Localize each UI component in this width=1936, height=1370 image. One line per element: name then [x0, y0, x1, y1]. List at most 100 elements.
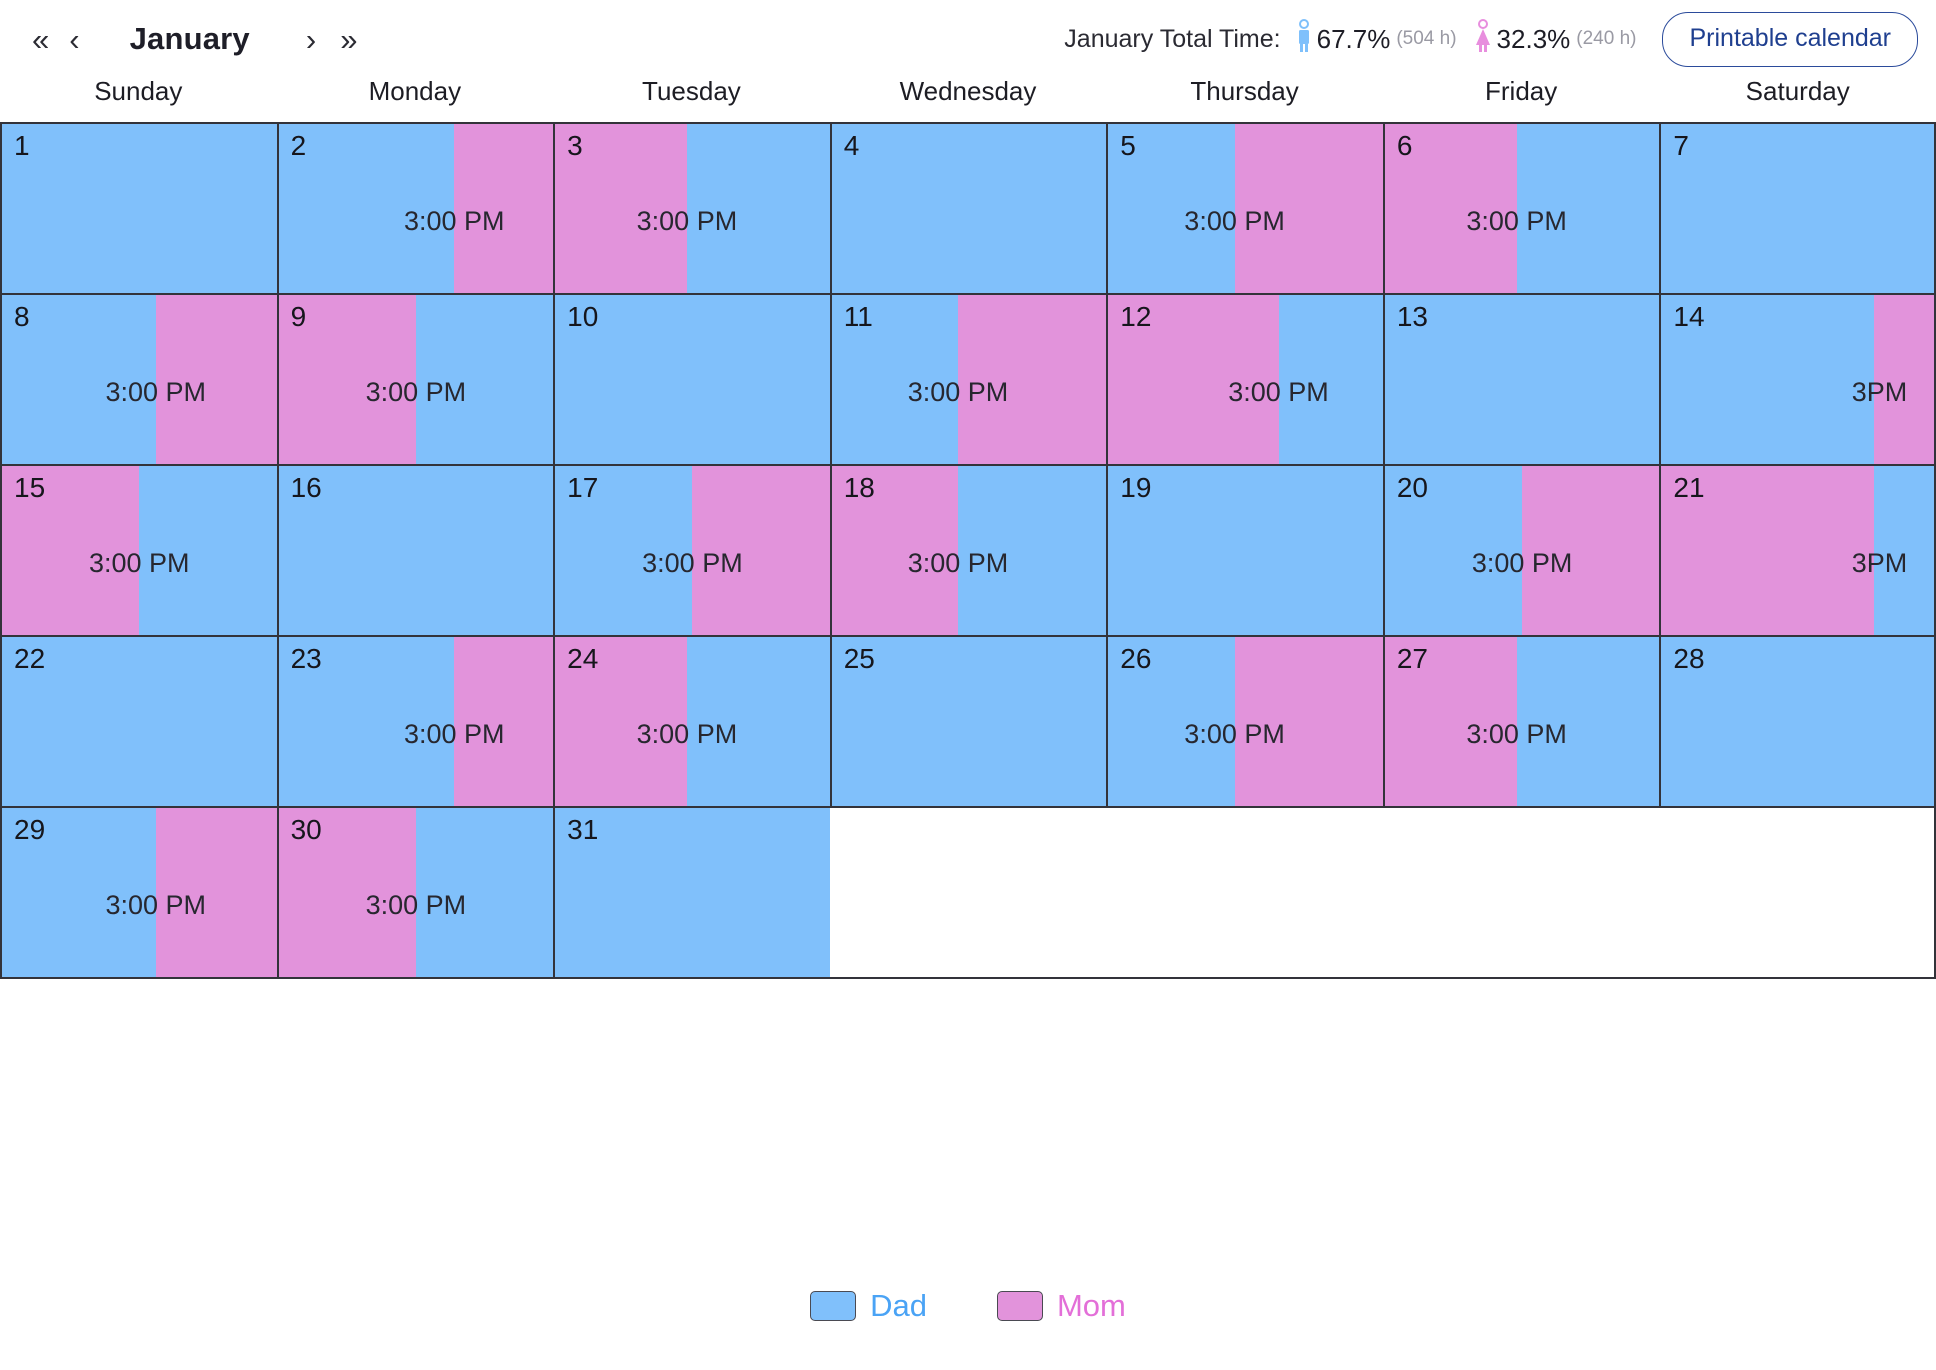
- handoff-time-label: 3:00 PM: [1184, 719, 1285, 749]
- handoff-time-label: 3:00 PM: [907, 377, 1009, 407]
- legend-label: Dad: [870, 1288, 927, 1323]
- calendar-day-cell[interactable]: 27 3:00 PM: [1382, 637, 1660, 806]
- handoff-time-label: 3:00 PM: [404, 719, 505, 749]
- calendar-day-empty: [1382, 808, 1660, 977]
- handoff-time-label: 3:00 PM: [1466, 719, 1567, 749]
- calendar-day-cell[interactable]: 18 3:00 PM: [829, 466, 1107, 635]
- day-number: 7: [1673, 130, 1689, 161]
- calendar-day-cell[interactable]: 2 3:00 PM: [276, 124, 554, 293]
- weekday-label-friday: Friday: [1485, 76, 1558, 106]
- calendar-day-cell[interactable]: 9 3:00 PM: [276, 295, 554, 464]
- total-time-label: January Total Time:: [1064, 24, 1281, 53]
- calendar-day-cell[interactable]: 25: [829, 637, 1107, 806]
- calendar-day-cell[interactable]: 22: [0, 637, 277, 806]
- day-number: 2: [290, 130, 307, 161]
- calendar-week-row: 8 3:00 PM 9 3:00 PM 10 11 3:00 PM 12 3:00 PM 13 14…: [0, 295, 1936, 466]
- day-number: 26: [1120, 643, 1152, 674]
- handoff-time-label: 3:00 PM: [1184, 206, 1285, 236]
- custody-segment-dad: [831, 124, 1107, 293]
- day-number: 24: [567, 643, 599, 674]
- calendar-week-row: 1 2 3:00 PM 3 3:00 PM 4 5 3:00 PM 6 3:00 PM 7: [0, 124, 1936, 295]
- calendar-day-cell[interactable]: 20 3:00 PM: [1382, 466, 1660, 635]
- day-number: 4: [843, 130, 860, 161]
- day-number: 29: [14, 814, 46, 845]
- dad-hours: (504 h): [1396, 28, 1457, 49]
- legend-item-mom[interactable]: Mom: [996, 1288, 1126, 1324]
- calendar-legend: Dad Mom: [0, 1288, 1936, 1324]
- calendar-day-cell[interactable]: 14 3PM: [1659, 295, 1936, 464]
- previous-month-button[interactable]: ‹: [59, 20, 89, 59]
- day-number: 14: [1673, 301, 1705, 332]
- mom-percent: 32.3%: [1496, 23, 1571, 54]
- male-person-icon: [1293, 18, 1315, 60]
- calendar-day-cell[interactable]: 23 3:00 PM: [276, 637, 554, 806]
- calendar-day-cell[interactable]: 6 3:00 PM: [1382, 124, 1660, 293]
- calendar-day-cell[interactable]: 29 3:00 PM: [0, 808, 277, 977]
- calendar-day-cell[interactable]: 7: [1659, 124, 1936, 293]
- weekday-label-tuesday: Tuesday: [642, 76, 741, 106]
- handoff-time-label: 3:00 PM: [105, 377, 207, 407]
- female-person-icon: [1471, 18, 1495, 60]
- calendar-day-cell[interactable]: 4: [829, 124, 1107, 293]
- day-number: 1: [14, 130, 30, 161]
- last-month-button[interactable]: »: [330, 20, 367, 59]
- day-number: 15: [14, 472, 46, 503]
- legend-label: Mom: [1056, 1288, 1126, 1323]
- handoff-time-label: 3:00 PM: [365, 890, 467, 920]
- handoff-time-label: 3:00 PM: [636, 206, 738, 236]
- mom-hours: (240 h): [1576, 28, 1637, 49]
- calendar-day-cell[interactable]: 28: [1659, 637, 1936, 806]
- printable-calendar-button[interactable]: Printable calendar: [1662, 11, 1918, 67]
- handoff-time-label: 3PM: [1851, 377, 1908, 407]
- handoff-time-label: 3PM: [1851, 548, 1908, 578]
- calendar-day-empty: [1659, 808, 1936, 977]
- month-navigation: « ‹ January › »: [22, 20, 367, 59]
- day-number: 11: [843, 301, 873, 332]
- calendar-day-cell[interactable]: 16: [276, 466, 554, 635]
- calendar-day-cell[interactable]: 21 3PM: [1659, 466, 1936, 635]
- day-number: 9: [290, 301, 307, 332]
- calendar-week-row: 15 3:00 PM 16 17 3:00 PM 18 3:00 PM 19 20 3:00 PM…: [0, 466, 1936, 637]
- calendar-day-cell[interactable]: 26 3:00 PM: [1106, 637, 1383, 806]
- calendar-day-empty: [1106, 808, 1383, 977]
- calendar-day-cell[interactable]: 3 3:00 PM: [553, 124, 830, 293]
- calendar-day-cell[interactable]: 19: [1106, 466, 1383, 635]
- day-number: 8: [14, 301, 30, 332]
- day-number: 27: [1396, 643, 1428, 674]
- calendar-day-cell[interactable]: 1: [0, 124, 277, 293]
- handoff-time-label: 3:00 PM: [1466, 206, 1567, 236]
- day-number: 30: [290, 814, 322, 845]
- day-number: 28: [1673, 643, 1705, 674]
- weekday-label-thursday: Thursday: [1190, 76, 1299, 106]
- day-number: 20: [1396, 472, 1428, 503]
- handoff-time-label: 3:00 PM: [404, 206, 505, 236]
- custody-segment-dad: [2, 124, 277, 293]
- calendar-toolbar: « ‹ January › » January Total Time: 67.7…: [0, 0, 1936, 78]
- handoff-time-label: 3:00 PM: [642, 548, 743, 578]
- calendar-week-row: 29 3:00 PM 30 3:00 PM 31: [0, 808, 1936, 979]
- first-month-button[interactable]: «: [22, 20, 59, 59]
- calendar-day-cell[interactable]: 15 3:00 PM: [0, 466, 277, 635]
- weekday-label-saturday: Saturday: [1745, 76, 1850, 106]
- calendar-day-cell[interactable]: 24 3:00 PM: [553, 637, 830, 806]
- legend-item-dad[interactable]: Dad: [810, 1288, 927, 1324]
- legend-swatch-dad: [810, 1291, 857, 1321]
- weekday-label-sunday: Sunday: [94, 76, 183, 106]
- calendar-day-cell[interactable]: 11 3:00 PM: [829, 295, 1107, 464]
- next-month-button[interactable]: ›: [296, 20, 326, 59]
- day-number: 18: [843, 472, 875, 503]
- dad-percent: 67.7%: [1316, 23, 1391, 54]
- calendar-day-cell[interactable]: 12 3:00 PM: [1106, 295, 1383, 464]
- calendar-day-cell[interactable]: 30 3:00 PM: [276, 808, 554, 977]
- day-number: 3: [567, 130, 583, 161]
- calendar-day-cell[interactable]: 5 3:00 PM: [1106, 124, 1383, 293]
- calendar-day-cell[interactable]: 31: [553, 808, 830, 977]
- calendar-day-cell[interactable]: 8 3:00 PM: [0, 295, 277, 464]
- handoff-time-label: 3:00 PM: [1228, 377, 1329, 407]
- calendar-day-cell[interactable]: 13: [1382, 295, 1660, 464]
- calendar-day-cell[interactable]: 17 3:00 PM: [553, 466, 830, 635]
- day-number: 21: [1673, 472, 1705, 503]
- handoff-time-label: 3:00 PM: [907, 548, 1009, 578]
- calendar-day-cell[interactable]: 10: [553, 295, 830, 464]
- day-number: 19: [1120, 472, 1152, 503]
